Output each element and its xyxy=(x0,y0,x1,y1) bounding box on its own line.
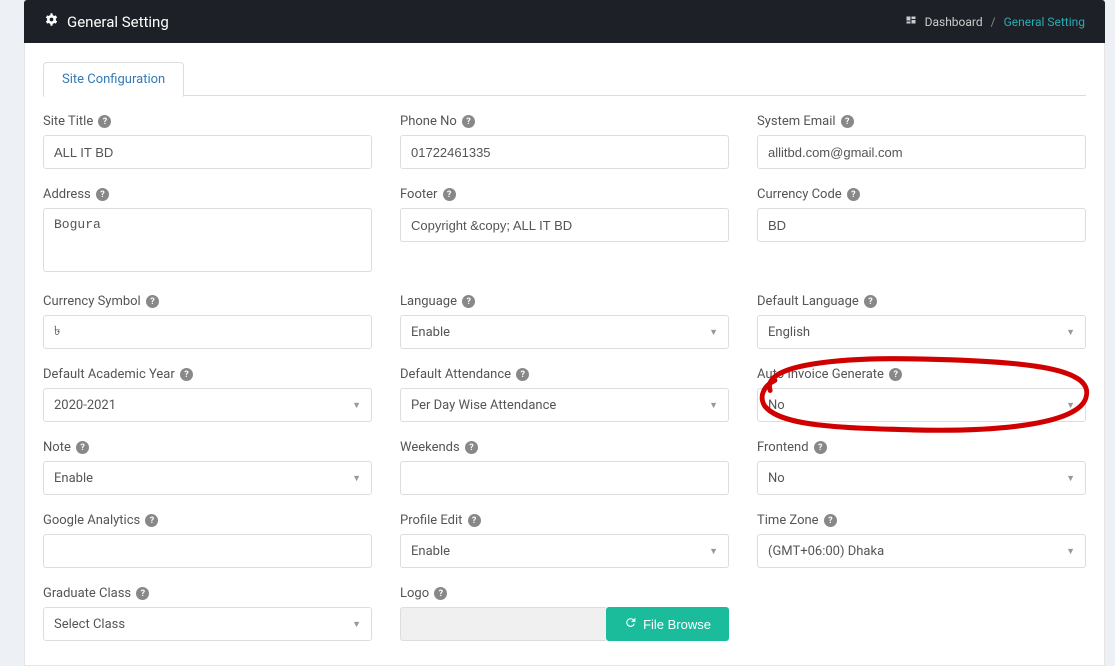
help-icon[interactable]: ? xyxy=(462,295,475,308)
auto-invoice-generate-select[interactable]: No▼ xyxy=(757,388,1086,422)
refresh-icon xyxy=(624,616,637,632)
note-label: Note ? xyxy=(43,440,372,455)
google-analytics-label: Google Analytics ? xyxy=(43,513,372,528)
frontend-label: Frontend ? xyxy=(757,440,1086,455)
note-select[interactable]: Enable▼ xyxy=(43,461,372,495)
footer-label: Footer ? xyxy=(400,187,729,202)
logo-file-path xyxy=(400,607,606,641)
help-icon[interactable]: ? xyxy=(76,441,89,454)
help-icon[interactable]: ? xyxy=(468,514,481,527)
help-icon[interactable]: ? xyxy=(864,295,877,308)
help-icon[interactable]: ? xyxy=(136,587,149,600)
graduate-class-label: Graduate Class ? xyxy=(43,586,372,601)
help-icon[interactable]: ? xyxy=(841,115,854,128)
help-icon[interactable]: ? xyxy=(145,514,158,527)
dashboard-icon xyxy=(905,14,917,29)
default-academic-year-label: Default Academic Year ? xyxy=(43,367,372,382)
chevron-down-icon: ▼ xyxy=(1066,473,1075,484)
chevron-down-icon: ▼ xyxy=(709,327,718,338)
file-browse-button[interactable]: File Browse xyxy=(606,607,729,641)
help-icon[interactable]: ? xyxy=(146,295,159,308)
default-language-select[interactable]: English▼ xyxy=(757,315,1086,349)
footer-input[interactable] xyxy=(400,208,729,242)
help-icon[interactable]: ? xyxy=(180,368,193,381)
help-icon[interactable]: ? xyxy=(443,188,456,201)
page-header: General Setting Dashboard / General Sett… xyxy=(24,0,1105,43)
profile-edit-select[interactable]: Enable▼ xyxy=(400,534,729,568)
help-icon[interactable]: ? xyxy=(516,368,529,381)
address-label: Address ? xyxy=(43,187,372,202)
help-icon[interactable]: ? xyxy=(96,188,109,201)
language-select[interactable]: Enable▼ xyxy=(400,315,729,349)
tab-site-configuration[interactable]: Site Configuration xyxy=(43,62,184,97)
default-academic-year-select[interactable]: 2020-2021▼ xyxy=(43,388,372,422)
language-label: Language ? xyxy=(400,294,729,309)
default-attendance-select[interactable]: Per Day Wise Attendance▼ xyxy=(400,388,729,422)
chevron-down-icon: ▼ xyxy=(709,400,718,411)
chevron-down-icon: ▼ xyxy=(352,619,361,630)
help-icon[interactable]: ? xyxy=(889,368,902,381)
default-attendance-label: Default Attendance ? xyxy=(400,367,729,382)
currency-symbol-input[interactable] xyxy=(43,315,372,349)
time-zone-label: Time Zone ? xyxy=(757,513,1086,528)
google-analytics-input[interactable] xyxy=(43,534,372,568)
address-input[interactable]: Bogura xyxy=(43,208,372,272)
graduate-class-select[interactable]: Select Class▼ xyxy=(43,607,372,641)
phone-no-input[interactable] xyxy=(400,135,729,169)
help-icon[interactable]: ? xyxy=(847,188,860,201)
time-zone-select[interactable]: (GMT+06:00) Dhaka▼ xyxy=(757,534,1086,568)
breadcrumb-current: General Setting xyxy=(1004,15,1085,29)
breadcrumb-separator: / xyxy=(991,15,996,29)
chevron-down-icon: ▼ xyxy=(352,473,361,484)
breadcrumb-dashboard[interactable]: Dashboard xyxy=(925,15,983,29)
help-icon[interactable]: ? xyxy=(465,441,478,454)
chevron-down-icon: ▼ xyxy=(352,400,361,411)
system-email-input[interactable] xyxy=(757,135,1086,169)
chevron-down-icon: ▼ xyxy=(709,546,718,557)
default-language-label: Default Language ? xyxy=(757,294,1086,309)
help-icon[interactable]: ? xyxy=(98,115,111,128)
auto-invoice-generate-label: Auto Invoice Generate ? xyxy=(757,367,1086,382)
chevron-down-icon: ▼ xyxy=(1066,400,1075,411)
chevron-down-icon: ▼ xyxy=(1066,327,1075,338)
currency-code-input[interactable] xyxy=(757,208,1086,242)
gears-icon xyxy=(44,12,59,31)
site-title-label: Site Title ? xyxy=(43,114,372,129)
weekends-input[interactable] xyxy=(400,461,729,495)
site-title-input[interactable] xyxy=(43,135,372,169)
settings-panel: Site Configuration Site Title ? Phone No… xyxy=(24,43,1105,666)
breadcrumb: Dashboard / General Setting xyxy=(905,14,1085,29)
help-icon[interactable]: ? xyxy=(814,441,827,454)
currency-code-label: Currency Code ? xyxy=(757,187,1086,202)
weekends-label: Weekends ? xyxy=(400,440,729,455)
system-email-label: System Email ? xyxy=(757,114,1086,129)
frontend-select[interactable]: No▼ xyxy=(757,461,1086,495)
help-icon[interactable]: ? xyxy=(824,514,837,527)
logo-label: Logo ? xyxy=(400,586,729,601)
currency-symbol-label: Currency Symbol ? xyxy=(43,294,372,309)
tabs: Site Configuration xyxy=(43,61,1086,96)
page-title: General Setting xyxy=(67,13,169,31)
profile-edit-label: Profile Edit ? xyxy=(400,513,729,528)
help-icon[interactable]: ? xyxy=(462,115,475,128)
phone-no-label: Phone No ? xyxy=(400,114,729,129)
help-icon[interactable]: ? xyxy=(434,587,447,600)
chevron-down-icon: ▼ xyxy=(1066,546,1075,557)
